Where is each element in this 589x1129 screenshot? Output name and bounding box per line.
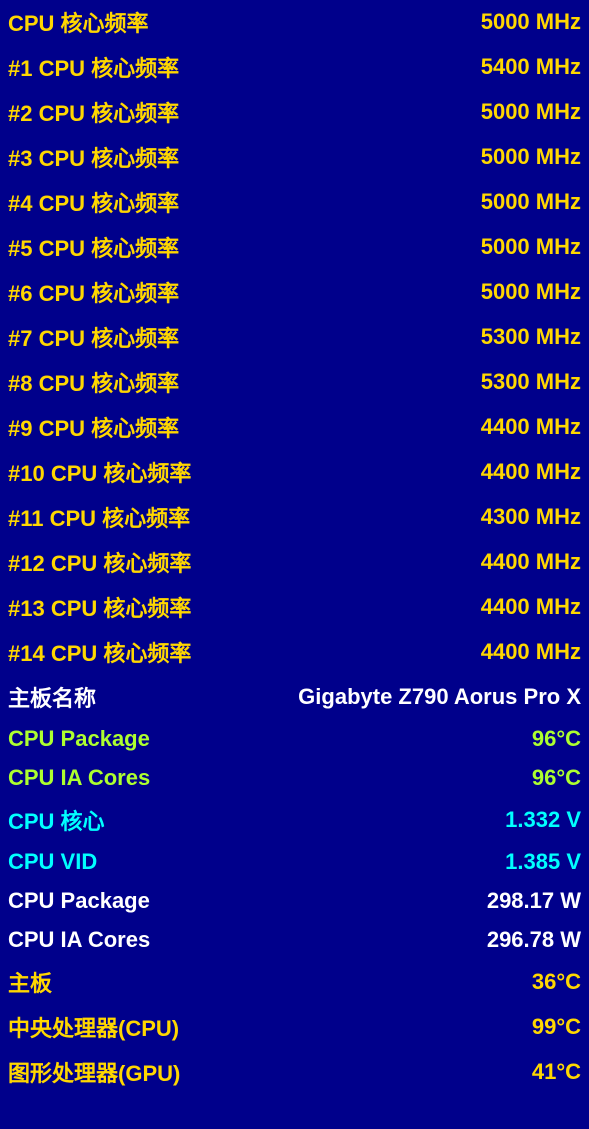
value-cpu-core-14: 4400 MHz: [481, 639, 581, 665]
row-cpu-core-10: #10 CPU 核心频率 4400 MHz: [0, 450, 589, 495]
value-cpu-core-12: 4400 MHz: [481, 549, 581, 575]
value-cpu-core-7: 5300 MHz: [481, 324, 581, 350]
value-cpu-core-4: 5000 MHz: [481, 189, 581, 215]
value-cpu-core-2: 5000 MHz: [481, 99, 581, 125]
value-cpu-core-9: 4400 MHz: [481, 414, 581, 440]
value-cpu-core-8: 5300 MHz: [481, 369, 581, 395]
row-cpu-core-1: #1 CPU 核心频率 5400 MHz: [0, 45, 589, 90]
label-cpu-temp: 中央处理器(CPU): [8, 1011, 179, 1043]
value-cpu-core-5: 5000 MHz: [481, 234, 581, 260]
value-cpu-core-10: 4400 MHz: [481, 459, 581, 485]
label-cpu-core-13: #13 CPU 核心频率: [8, 591, 191, 623]
label-cpu-core-7: #7 CPU 核心频率: [8, 321, 179, 353]
row-cpu-core-8: #8 CPU 核心频率 5300 MHz: [0, 360, 589, 405]
label-cpu-core-9: #9 CPU 核心频率: [8, 411, 179, 443]
row-cpu-core-2: #2 CPU 核心频率 5000 MHz: [0, 90, 589, 135]
value-mobo-name: Gigabyte Z790 Aorus Pro X: [298, 684, 581, 710]
value-cpu-core-13: 4400 MHz: [481, 594, 581, 620]
row-cpu-core-3: #3 CPU 核心频率 5000 MHz: [0, 135, 589, 180]
value-cpu-core-1: 5400 MHz: [481, 54, 581, 80]
label-cpu-core-1: #1 CPU 核心频率: [8, 51, 179, 83]
row-cpu-package-power: CPU Package 298.17 W: [0, 882, 589, 921]
value-cpu-package-temp: 96°C: [532, 726, 581, 752]
row-cpu-core-14: #14 CPU 核心频率 4400 MHz: [0, 630, 589, 675]
row-cpu-core-4: #4 CPU 核心频率 5000 MHz: [0, 180, 589, 225]
value-cpu-package-power: 298.17 W: [487, 888, 581, 914]
label-cpu-package-temp: CPU Package: [8, 726, 150, 752]
label-cpu-core-4: #4 CPU 核心频率: [8, 186, 179, 218]
value-cpu-core-3: 5000 MHz: [481, 144, 581, 170]
label-cpu-core-3: #3 CPU 核心频率: [8, 141, 179, 173]
main-container: CPU 核心频率 5000 MHz #1 CPU 核心频率 5400 MHz #2 CP…: [0, 0, 589, 1095]
value-cpu-core-freq: 5000 MHz: [481, 9, 581, 35]
value-cpu-ia-cores-temp: 96°C: [532, 765, 581, 791]
row-mobo-temp: 主板 36°C: [0, 960, 589, 1005]
label-cpu-core-8: #8 CPU 核心频率: [8, 366, 179, 398]
label-gpu-temp: 图形处理器(GPU): [8, 1056, 180, 1088]
row-cpu-package-temp: CPU Package 96°C: [0, 720, 589, 759]
row-cpu-core-5: #5 CPU 核心频率 5000 MHz: [0, 225, 589, 270]
row-cpu-core-12: #12 CPU 核心频率 4400 MHz: [0, 540, 589, 585]
row-cpu-core-freq: CPU 核心频率 5000 MHz: [0, 0, 589, 45]
value-cpu-ia-cores-power: 296.78 W: [487, 927, 581, 953]
label-mobo-name: 主板名称: [8, 681, 96, 713]
row-cpu-core-6: #6 CPU 核心频率 5000 MHz: [0, 270, 589, 315]
label-cpu-core-6: #6 CPU 核心频率: [8, 276, 179, 308]
label-cpu-core-freq: CPU 核心频率: [8, 6, 149, 38]
row-cpu-vid: CPU VID 1.385 V: [0, 843, 589, 882]
value-cpu-core-voltage: 1.332 V: [505, 807, 581, 833]
value-cpu-core-6: 5000 MHz: [481, 279, 581, 305]
label-cpu-ia-cores-power: CPU IA Cores: [8, 927, 150, 953]
value-cpu-temp: 99°C: [532, 1014, 581, 1040]
row-cpu-ia-cores-power: CPU IA Cores 296.78 W: [0, 921, 589, 960]
value-gpu-temp: 41°C: [532, 1059, 581, 1085]
row-cpu-temp: 中央处理器(CPU) 99°C: [0, 1005, 589, 1050]
label-cpu-core-10: #10 CPU 核心频率: [8, 456, 191, 488]
row-cpu-core-voltage: CPU 核心 1.332 V: [0, 798, 589, 843]
label-cpu-core-11: #11 CPU 核心频率: [8, 501, 190, 533]
row-cpu-core-7: #7 CPU 核心频率 5300 MHz: [0, 315, 589, 360]
value-cpu-vid: 1.385 V: [505, 849, 581, 875]
row-cpu-core-13: #13 CPU 核心频率 4400 MHz: [0, 585, 589, 630]
row-mobo-name: 主板名称 Gigabyte Z790 Aorus Pro X: [0, 675, 589, 720]
label-cpu-core-2: #2 CPU 核心频率: [8, 96, 179, 128]
label-cpu-core-voltage: CPU 核心: [8, 804, 105, 836]
label-cpu-ia-cores-temp: CPU IA Cores: [8, 765, 150, 791]
label-cpu-core-14: #14 CPU 核心频率: [8, 636, 191, 668]
label-cpu-package-power: CPU Package: [8, 888, 150, 914]
row-gpu-temp: 图形处理器(GPU) 41°C: [0, 1050, 589, 1095]
row-cpu-core-9: #9 CPU 核心频率 4400 MHz: [0, 405, 589, 450]
label-cpu-vid: CPU VID: [8, 849, 97, 875]
label-cpu-core-5: #5 CPU 核心频率: [8, 231, 179, 263]
row-cpu-ia-cores-temp: CPU IA Cores 96°C: [0, 759, 589, 798]
label-cpu-core-12: #12 CPU 核心频率: [8, 546, 191, 578]
label-mobo-temp: 主板: [8, 966, 52, 998]
row-cpu-core-11: #11 CPU 核心频率 4300 MHz: [0, 495, 589, 540]
value-mobo-temp: 36°C: [532, 969, 581, 995]
value-cpu-core-11: 4300 MHz: [481, 504, 581, 530]
